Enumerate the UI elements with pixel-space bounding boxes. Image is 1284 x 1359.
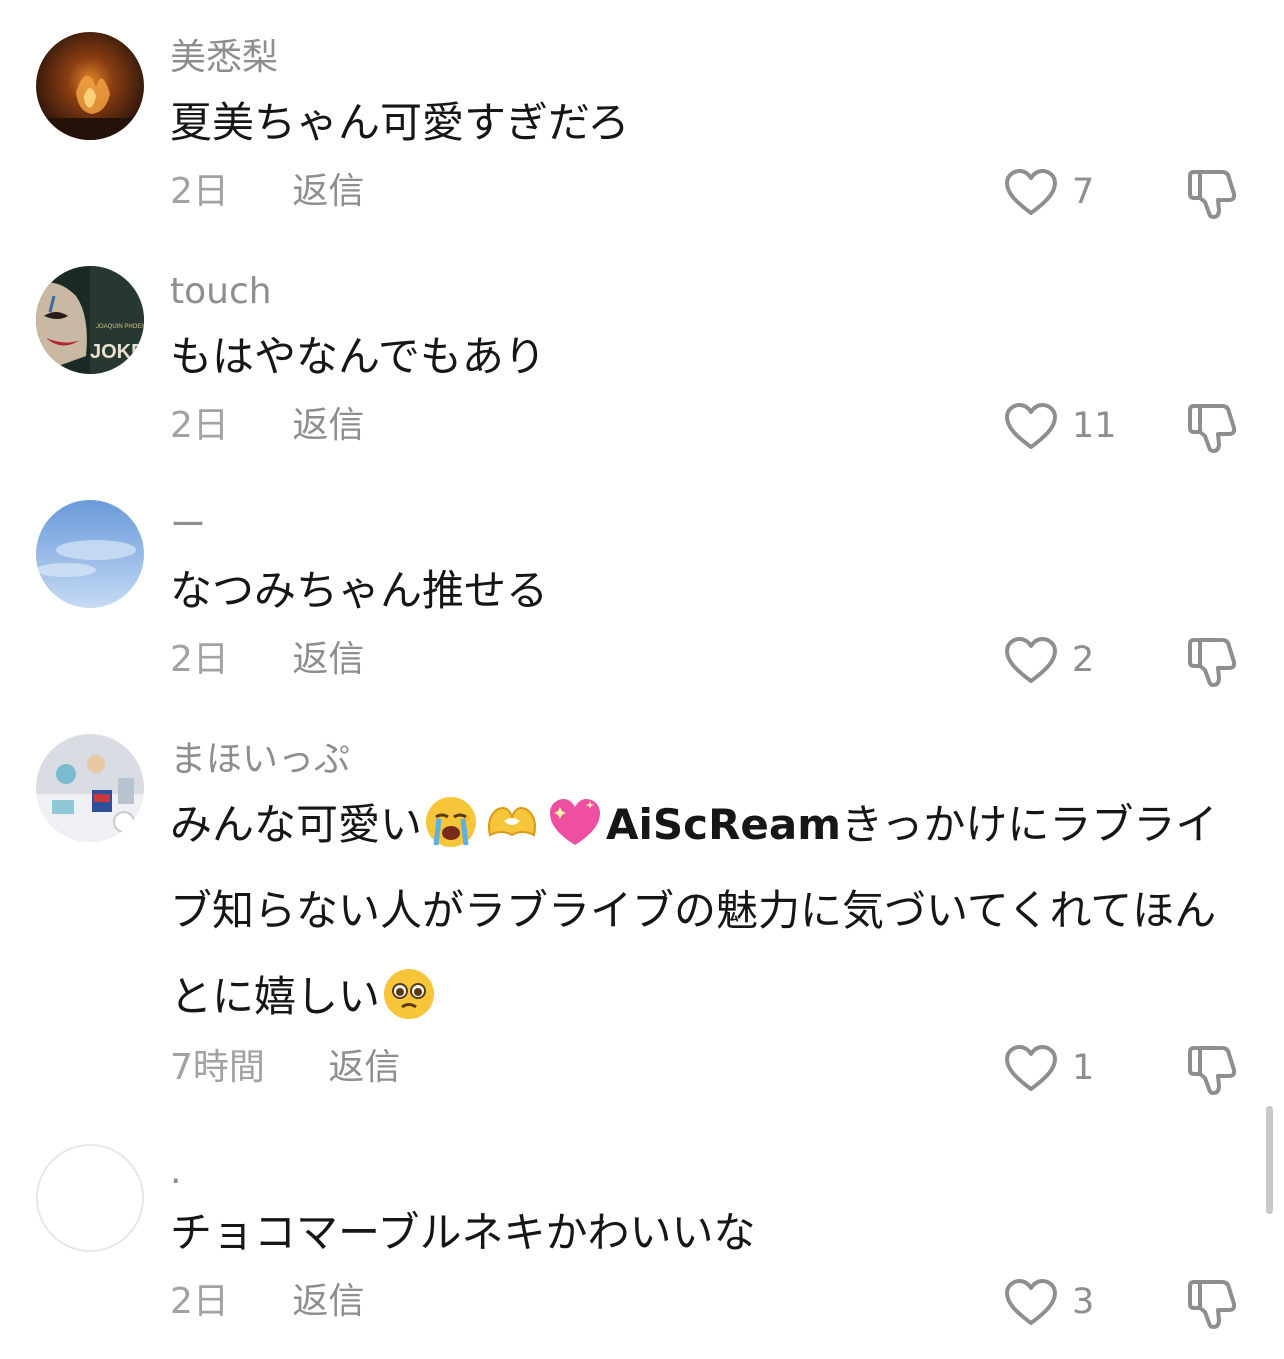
comment-username[interactable]: . [170, 1150, 181, 1194]
scrollbar[interactable] [1266, 1106, 1273, 1214]
reply-button[interactable]: 返信 [292, 1277, 364, 1327]
pleading-face-emoji-icon [384, 969, 435, 1019]
comment-time: 7時間 [170, 1047, 265, 1088]
heart-icon [1005, 169, 1057, 215]
comment-text: なつみちゃん推せる [170, 566, 549, 615]
comment-time: 2日 [170, 405, 229, 446]
avatar[interactable] [36, 1144, 144, 1252]
avatar[interactable]: JOAQUIN PHOENIX JOKER [36, 266, 144, 374]
like-count: 11 [1072, 406, 1117, 446]
like-count: 3 [1072, 1282, 1095, 1322]
comment-brand-name: AiScReam [606, 800, 841, 849]
thumbs-down-icon [1188, 1046, 1237, 1095]
heart-icon [1005, 637, 1057, 683]
comment-username[interactable]: 美悉梨 [170, 36, 278, 80]
avatar-poster-title: JOKER [90, 341, 144, 363]
comment-meta: 2日 返信 [170, 1277, 364, 1327]
thumbs-down-icon [1188, 404, 1237, 453]
thumbs-down-icon [1188, 638, 1237, 687]
comment-username[interactable]: touch [170, 270, 272, 314]
like-button[interactable]: 11 [1004, 401, 1117, 451]
comment-text: 夏美ちゃん可愛すぎだろ [170, 98, 630, 147]
dislike-button[interactable] [1184, 1276, 1240, 1332]
comment-meta: 2日 返信 [170, 401, 364, 451]
like-button[interactable]: 3 [1004, 1277, 1094, 1327]
comment-time: 2日 [170, 1281, 229, 1322]
comment-meta: 2日 返信 [170, 635, 364, 685]
heart-hands-emoji-icon [488, 807, 537, 837]
avatar-sky-photo-icon [36, 500, 144, 608]
comment-text: みんな可愛い AiScReamきっかけにラブライブ知らない人がラブライブの魅力に… [170, 782, 1250, 1040]
sparkling-heart-emoji-icon [550, 799, 601, 845]
dislike-button[interactable] [1184, 634, 1240, 690]
reply-button[interactable]: 返信 [328, 1043, 400, 1093]
like-button[interactable]: 1 [1004, 1043, 1094, 1093]
avatar[interactable] [36, 734, 144, 842]
heart-icon [1005, 1279, 1057, 1325]
like-count: 2 [1072, 640, 1095, 680]
like-button[interactable]: 2 [1004, 635, 1094, 685]
avatar-poster-caption: JOAQUIN PHOENIX [96, 324, 144, 330]
reply-button[interactable]: 返信 [292, 167, 364, 217]
comment-meta: 7時間 返信 [170, 1043, 400, 1093]
like-count: 1 [1072, 1048, 1095, 1088]
comment-text-part: みんな可愛い [170, 800, 423, 849]
avatar[interactable] [36, 500, 144, 608]
comment-time: 2日 [170, 171, 229, 212]
avatar-fire-photo-icon [36, 32, 144, 140]
loudly-crying-face-emoji-icon [426, 797, 477, 847]
comment-meta: 2日 返信 [170, 167, 364, 217]
comment-username[interactable]: ー [170, 504, 206, 548]
avatar-blank-icon [38, 1146, 142, 1250]
comment-text: チョコマーブルネキかわいいな [170, 1208, 756, 1257]
reply-button[interactable]: 返信 [292, 401, 364, 451]
dislike-button[interactable] [1184, 1042, 1240, 1098]
dislike-button[interactable] [1184, 166, 1240, 222]
avatar-joker-poster-icon: JOAQUIN PHOENIX JOKER [36, 266, 144, 374]
heart-icon [1005, 403, 1057, 449]
comment-time: 2日 [170, 639, 229, 680]
thumbs-down-icon [1188, 170, 1237, 219]
comment-username[interactable]: まほいっぷ [170, 738, 350, 782]
reply-button[interactable]: 返信 [292, 635, 364, 685]
avatar-figures-photo-icon [36, 734, 144, 842]
avatar[interactable] [36, 32, 144, 140]
like-count: 7 [1072, 172, 1095, 212]
thumbs-down-icon [1188, 1280, 1237, 1329]
dislike-button[interactable] [1184, 400, 1240, 456]
like-button[interactable]: 7 [1004, 167, 1094, 217]
comment-text: もはやなんでもあり [170, 332, 546, 381]
heart-icon [1005, 1045, 1057, 1091]
